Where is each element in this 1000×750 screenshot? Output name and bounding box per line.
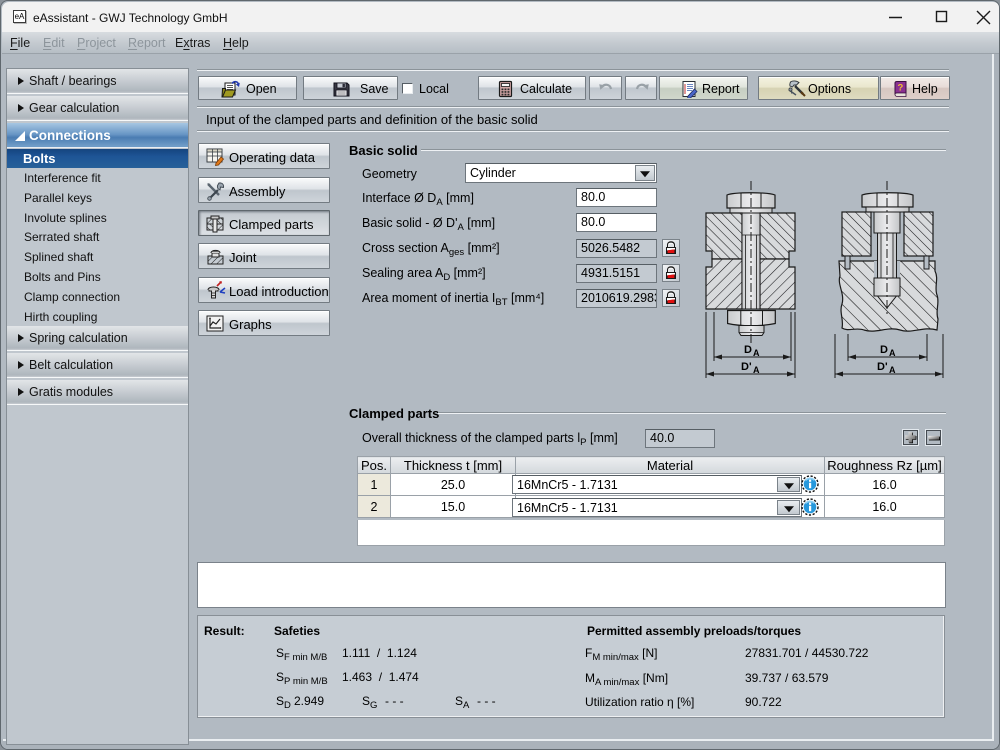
svg-text:D': D' [741,361,752,373]
svg-text:A: A [889,348,896,358]
svg-text:D': D' [877,361,888,373]
svg-text:A: A [889,365,896,375]
svg-text:?: ? [898,83,904,94]
svg-text:A: A [753,365,760,375]
svg-text:A: A [753,348,760,358]
svg-text:D: D [744,344,752,356]
svg-text:D: D [880,344,888,356]
